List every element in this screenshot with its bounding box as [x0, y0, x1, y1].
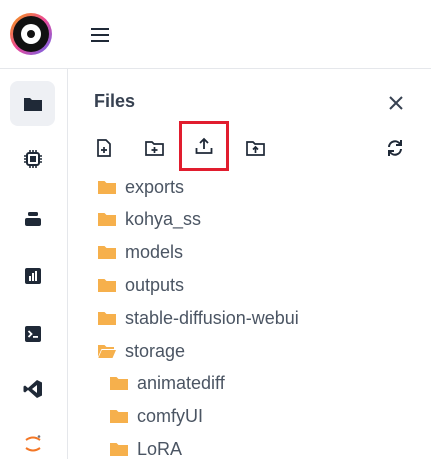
- tree-item-label: outputs: [125, 274, 185, 295]
- vscode-icon: [23, 379, 42, 398]
- rail-storage-button[interactable]: [10, 196, 55, 241]
- terminal-icon: [24, 325, 41, 342]
- jupyter-icon: [24, 434, 41, 451]
- rail-vscode-button[interactable]: [10, 366, 55, 411]
- tree-item-kohya-ss[interactable]: kohya_ss: [98, 203, 201, 235]
- files-icon: [23, 97, 42, 111]
- app-window: Files exports kohya_ss models outputs st…: [0, 0, 431, 459]
- top-bar: [0, 0, 431, 69]
- folder-icon: [98, 181, 116, 194]
- tree-item-lora[interactable]: LoRA: [110, 433, 182, 459]
- folder-icon: [98, 312, 116, 325]
- upload-folder-button[interactable]: [240, 133, 270, 163]
- tree-item-label: comfyUI: [137, 405, 204, 426]
- menu-icon[interactable]: [86, 22, 114, 48]
- rail-terminal-button[interactable]: [10, 311, 55, 356]
- rail-jupyter-button[interactable]: [10, 421, 55, 459]
- folder-icon: [110, 377, 128, 390]
- tree-item-outputs[interactable]: outputs: [98, 269, 184, 301]
- upload-icon: [195, 137, 213, 154]
- folder-icon: [98, 246, 116, 259]
- new-file-button[interactable]: [89, 133, 119, 163]
- storage-icon: [24, 211, 41, 226]
- close-button[interactable]: [386, 93, 406, 113]
- tree-item-label: storage: [125, 340, 186, 361]
- rail-chip-button[interactable]: [10, 136, 55, 181]
- folder-icon: [110, 410, 128, 423]
- tree-item-label: animatediff: [137, 372, 225, 393]
- refresh-button[interactable]: [380, 133, 410, 163]
- files-panel: Files exports kohya_ss models outputs st…: [68, 69, 431, 459]
- close-icon: [389, 96, 403, 110]
- new-file-icon: [97, 139, 111, 157]
- tree-item-models[interactable]: models: [98, 236, 183, 268]
- chip-icon: [23, 149, 42, 168]
- tree-item-label: stable-diffusion-webui: [125, 307, 299, 328]
- tree-item-storage[interactable]: storage: [98, 335, 185, 367]
- folder-icon: [98, 279, 116, 292]
- tree-item-label: LoRA: [137, 438, 183, 459]
- folder-icon: [110, 443, 128, 456]
- chart-icon: [24, 267, 41, 284]
- new-folder-button[interactable]: [139, 133, 169, 163]
- tree-item-label: models: [125, 241, 184, 262]
- rail-files-button[interactable]: [10, 81, 55, 126]
- tree-item-label: exports: [125, 176, 185, 197]
- refresh-icon: [388, 140, 402, 156]
- side-rail: [0, 69, 68, 459]
- rail-chart-button[interactable]: [10, 253, 55, 298]
- app-logo-icon[interactable]: [9, 12, 53, 56]
- tree-item-stable-diffusion-webui[interactable]: stable-diffusion-webui: [98, 302, 299, 334]
- tree-item-comfyui[interactable]: comfyUI: [110, 400, 203, 432]
- folder-open-icon: [98, 345, 116, 358]
- upload-button[interactable]: [179, 121, 229, 171]
- tree-item-exports[interactable]: exports: [98, 171, 184, 203]
- folder-icon: [98, 213, 116, 226]
- upload-folder-icon: [245, 141, 265, 156]
- new-folder-icon: [144, 141, 164, 156]
- tree-item-animatediff[interactable]: animatediff: [110, 367, 225, 399]
- tree-item-label: kohya_ss: [125, 208, 202, 229]
- panel-title: Files: [94, 91, 136, 111]
